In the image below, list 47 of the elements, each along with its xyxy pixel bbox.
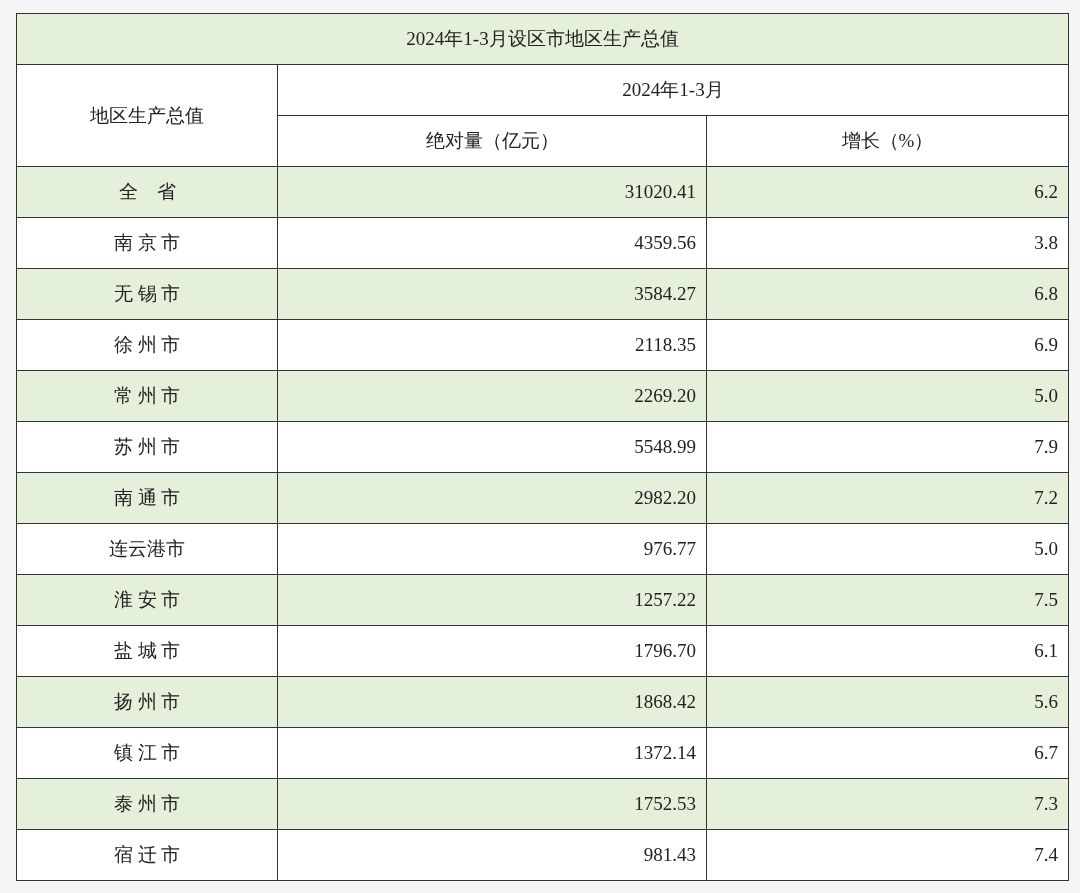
- growth-cell: 6.8: [706, 268, 1069, 320]
- table-title: 2024年1-3月设区市地区生产总值: [16, 13, 1069, 65]
- growth-cell: 5.0: [706, 523, 1069, 575]
- growth-cell: 6.9: [706, 319, 1069, 371]
- growth-cell: 7.4: [706, 829, 1069, 881]
- growth-cell: 5.6: [706, 676, 1069, 728]
- value-cell: 5548.99: [277, 421, 707, 473]
- column-header: 绝对量（亿元）: [277, 115, 707, 167]
- region-cell: 宿 迁 市: [16, 829, 278, 881]
- growth-cell: 3.8: [706, 217, 1069, 269]
- column-header: 地区生产总值: [16, 64, 278, 167]
- region-cell: 淮 安 市: [16, 574, 278, 626]
- region-cell: 盐 城 市: [16, 625, 278, 677]
- region-cell: 苏 州 市: [16, 421, 278, 473]
- value-cell: 1752.53: [277, 778, 707, 830]
- region-cell: 南 京 市: [16, 217, 278, 269]
- value-cell: 2269.20: [277, 370, 707, 422]
- region-cell: 镇 江 市: [16, 727, 278, 779]
- region-cell: 无 锡 市: [16, 268, 278, 320]
- value-cell: 1796.70: [277, 625, 707, 677]
- growth-cell: 5.0: [706, 370, 1069, 422]
- growth-cell: 7.9: [706, 421, 1069, 473]
- growth-cell: 6.2: [706, 166, 1069, 218]
- growth-cell: 6.1: [706, 625, 1069, 677]
- region-cell: 连云港市: [16, 523, 278, 575]
- region-cell: 常 州 市: [16, 370, 278, 422]
- value-cell: 1257.22: [277, 574, 707, 626]
- value-cell: 2982.20: [277, 472, 707, 524]
- column-header: 增长（%）: [706, 115, 1069, 167]
- value-cell: 2118.35: [277, 319, 707, 371]
- growth-cell: 7.5: [706, 574, 1069, 626]
- value-cell: 1868.42: [277, 676, 707, 728]
- region-cell: 泰 州 市: [16, 778, 278, 830]
- value-cell: 3584.27: [277, 268, 707, 320]
- value-cell: 1372.14: [277, 727, 707, 779]
- region-cell: 徐 州 市: [16, 319, 278, 371]
- column-header: 2024年1-3月: [277, 64, 1069, 116]
- value-cell: 31020.41: [277, 166, 707, 218]
- region-cell: 南 通 市: [16, 472, 278, 524]
- growth-cell: 6.7: [706, 727, 1069, 779]
- growth-cell: 7.3: [706, 778, 1069, 830]
- value-cell: 4359.56: [277, 217, 707, 269]
- region-cell: 全 省: [16, 166, 278, 218]
- region-cell: 扬 州 市: [16, 676, 278, 728]
- growth-cell: 7.2: [706, 472, 1069, 524]
- value-cell: 976.77: [277, 523, 707, 575]
- value-cell: 981.43: [277, 829, 707, 881]
